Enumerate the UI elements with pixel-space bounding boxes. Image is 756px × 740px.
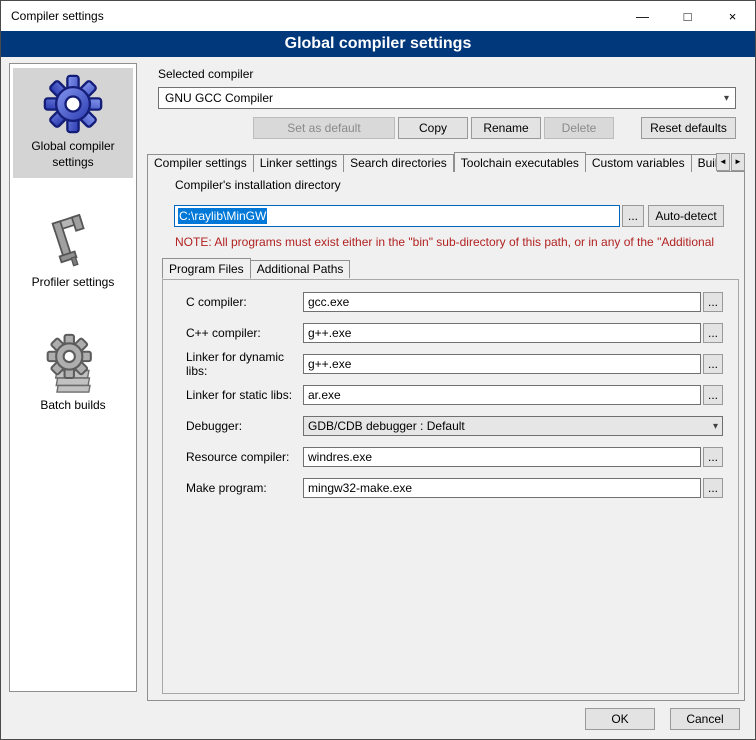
field-value: g++.exe bbox=[308, 326, 351, 340]
tabs-scroll-area: Compiler settings Linker settings Search… bbox=[147, 152, 717, 172]
browse-button[interactable]: ... bbox=[703, 292, 723, 312]
c-compiler-input[interactable]: gcc.exe bbox=[303, 292, 701, 312]
selected-text: C:\raylib\MinGW bbox=[178, 208, 267, 224]
browse-button[interactable]: ... bbox=[703, 478, 723, 498]
settings-category-sidebar: Global compiler settings Profiler settin… bbox=[9, 63, 137, 692]
sidebar-item-label: Profiler settings bbox=[32, 275, 115, 291]
close-button[interactable]: × bbox=[710, 1, 755, 31]
cpp-compiler-row: C++ compiler: g++.exe ... bbox=[186, 323, 723, 343]
sidebar-item-batch-builds[interactable]: Batch builds bbox=[13, 327, 133, 422]
resource-compiler-input[interactable]: windres.exe bbox=[303, 447, 701, 467]
dialog-footer: OK Cancel bbox=[585, 708, 740, 730]
tab-program-files[interactable]: Program Files bbox=[162, 258, 251, 279]
blue-gear-icon bbox=[43, 74, 103, 134]
field-label: Resource compiler: bbox=[186, 450, 303, 464]
field-label: Linker for dynamic libs: bbox=[186, 350, 303, 378]
browse-button[interactable]: ... bbox=[703, 354, 723, 374]
cpp-compiler-input[interactable]: g++.exe bbox=[303, 323, 701, 343]
debugger-select[interactable]: GDB/CDB debugger : Default ▾ bbox=[303, 416, 723, 436]
profiler-tool-icon bbox=[45, 212, 101, 270]
minimize-button[interactable]: — bbox=[620, 1, 665, 31]
compiler-select-value: GNU GCC Compiler bbox=[165, 91, 273, 105]
tab-search-directories[interactable]: Search directories bbox=[344, 154, 454, 172]
field-value: windres.exe bbox=[308, 450, 372, 464]
field-label: C compiler: bbox=[186, 295, 303, 309]
selected-compiler-label: Selected compiler bbox=[158, 67, 745, 81]
tab-toolchain-executables[interactable]: Toolchain executables bbox=[454, 152, 586, 172]
tab-build-options[interactable]: Build bbox=[692, 154, 717, 172]
tab-scroll-buttons: ◄ ► bbox=[716, 153, 745, 171]
program-files-tabstrip: Program Files Additional Paths bbox=[162, 258, 350, 278]
linker-static-input[interactable]: ar.exe bbox=[303, 385, 701, 405]
rename-button[interactable]: Rename bbox=[471, 117, 541, 139]
tab-additional-paths[interactable]: Additional Paths bbox=[251, 260, 351, 278]
tab-compiler-settings[interactable]: Compiler settings bbox=[147, 154, 254, 172]
browse-button[interactable]: ... bbox=[703, 385, 723, 405]
sidebar-item-profiler-settings[interactable]: Profiler settings bbox=[13, 206, 133, 299]
make-program-row: Make program: mingw32-make.exe ... bbox=[186, 478, 723, 498]
note-text: NOTE: All programs must exist either in … bbox=[175, 235, 741, 249]
compiler-settings-dialog: Compiler settings — □ × Global compiler … bbox=[0, 0, 756, 740]
set-as-default-button[interactable]: Set as default bbox=[253, 117, 395, 139]
toolchain-executables-panel: Compiler's installation directory C:\ray… bbox=[147, 171, 745, 701]
cancel-button[interactable]: Cancel bbox=[670, 708, 740, 730]
linker-dynamic-row: Linker for dynamic libs: g++.exe ... bbox=[186, 354, 723, 374]
window-controls: — □ × bbox=[620, 1, 755, 31]
maximize-button[interactable]: □ bbox=[665, 1, 710, 31]
field-label: C++ compiler: bbox=[186, 326, 303, 340]
chevron-down-icon: ▾ bbox=[713, 421, 718, 432]
tab-linker-settings[interactable]: Linker settings bbox=[254, 154, 344, 172]
directory-browse-button[interactable]: ... bbox=[622, 205, 644, 227]
compiler-select[interactable]: GNU GCC Compiler ▾ bbox=[158, 87, 736, 109]
field-value: GDB/CDB debugger : Default bbox=[308, 419, 465, 433]
browse-button[interactable]: ... bbox=[703, 447, 723, 467]
sidebar-item-label: Batch builds bbox=[40, 398, 105, 414]
auto-detect-button[interactable]: Auto-detect bbox=[648, 205, 724, 227]
tab-custom-variables[interactable]: Custom variables bbox=[586, 154, 692, 172]
settings-tabstrip: Compiler settings Linker settings Search… bbox=[147, 151, 745, 172]
chevron-down-icon: ▾ bbox=[724, 93, 729, 104]
field-value: g++.exe bbox=[308, 357, 351, 371]
installation-directory-input[interactable]: C:\raylib\MinGW bbox=[174, 205, 620, 227]
field-value: gcc.exe bbox=[308, 295, 349, 309]
field-label: Linker for static libs: bbox=[186, 388, 303, 402]
sidebar-item-label: Global compiler settings bbox=[15, 139, 131, 170]
linker-static-row: Linker for static libs: ar.exe ... bbox=[186, 385, 723, 405]
linker-dynamic-input[interactable]: g++.exe bbox=[303, 354, 701, 374]
reset-defaults-button[interactable]: Reset defaults bbox=[641, 117, 736, 139]
sidebar-item-global-compiler-settings[interactable]: Global compiler settings bbox=[13, 68, 133, 178]
toolchain-form: C compiler: gcc.exe ... C++ compiler: g+… bbox=[186, 292, 723, 509]
ok-button[interactable]: OK bbox=[585, 708, 655, 730]
program-files-panel: C compiler: gcc.exe ... C++ compiler: g+… bbox=[162, 279, 739, 694]
field-label: Make program: bbox=[186, 481, 303, 495]
field-value: mingw32-make.exe bbox=[308, 481, 412, 495]
debugger-row: Debugger: GDB/CDB debugger : Default ▾ bbox=[186, 416, 723, 436]
copy-button[interactable]: Copy bbox=[398, 117, 468, 139]
batch-builds-gear-icon bbox=[43, 333, 103, 393]
browse-button[interactable]: ... bbox=[703, 323, 723, 343]
tab-scroll-right-icon[interactable]: ► bbox=[731, 153, 745, 171]
window-title: Compiler settings bbox=[1, 9, 104, 23]
field-label: Debugger: bbox=[186, 419, 303, 433]
make-program-input[interactable]: mingw32-make.exe bbox=[303, 478, 701, 498]
titlebar: Compiler settings — □ × bbox=[1, 1, 755, 31]
c-compiler-row: C compiler: gcc.exe ... bbox=[186, 292, 723, 312]
field-value: ar.exe bbox=[308, 388, 341, 402]
delete-button[interactable]: Delete bbox=[544, 117, 614, 139]
installation-directory-row: C:\raylib\MinGW ... Auto-detect bbox=[174, 205, 724, 227]
resource-compiler-row: Resource compiler: windres.exe ... bbox=[186, 447, 723, 467]
page-title: Global compiler settings bbox=[1, 31, 755, 57]
main-panel: Selected compiler GNU GCC Compiler ▾ Set… bbox=[147, 63, 745, 701]
compiler-actions: Set as default Copy Rename Delete Reset … bbox=[158, 117, 736, 139]
installation-directory-label: Compiler's installation directory bbox=[175, 178, 341, 192]
tab-scroll-left-icon[interactable]: ◄ bbox=[716, 153, 730, 171]
